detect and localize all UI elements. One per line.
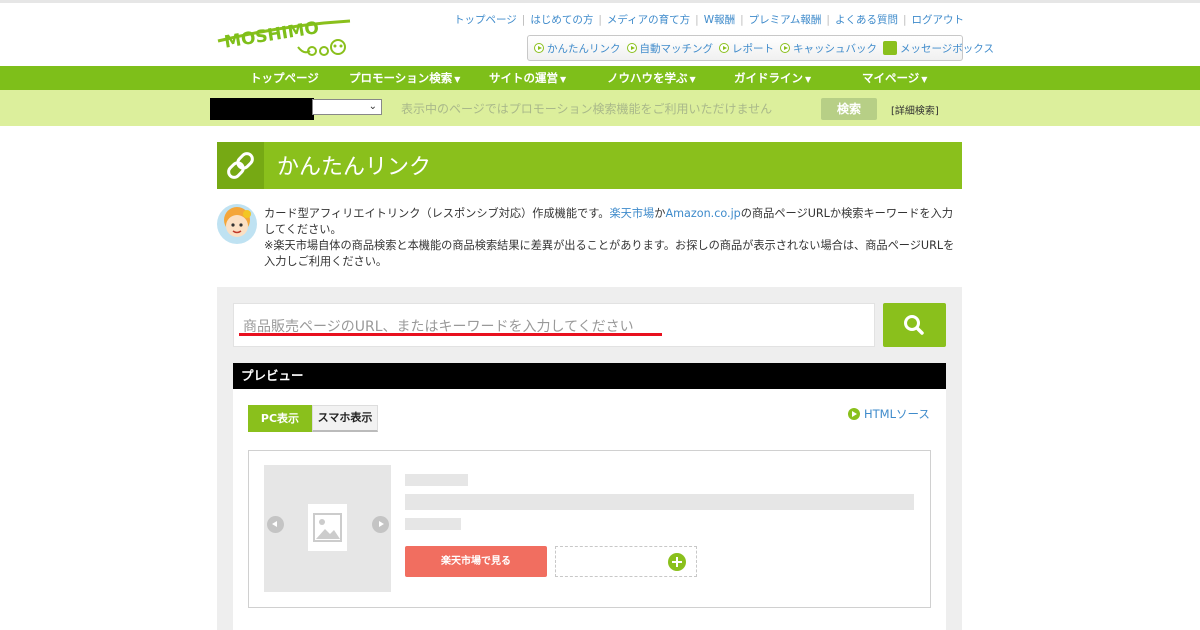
mascot-avatar: [217, 204, 257, 244]
description-note: ※楽天市場自体の商品検索と本機能の商品検索結果に差異が出ることがあります。お探し…: [264, 239, 955, 268]
category-select[interactable]: ⌄: [312, 99, 382, 115]
preview-header: プレビュー: [233, 363, 946, 389]
html-source-link[interactable]: HTMLソース: [848, 406, 930, 422]
toplink-premium[interactable]: プレミアム報酬: [749, 14, 822, 26]
site-header: MOSHIMO トップページ | はじめての方 | メディアの育て方 | W報酬 | プレミアム…: [0, 3, 1200, 66]
add-button-slot[interactable]: [555, 546, 697, 577]
link-icon: [217, 142, 264, 189]
toplink-w-reward[interactable]: W報酬: [704, 14, 735, 26]
chevron-down-icon: ▼: [805, 75, 812, 84]
preview-area: PC表示 スマホ表示 HTMLソース 楽天市場で見る: [233, 389, 946, 630]
chevron-down-icon: ▼: [921, 75, 928, 84]
play-circle-icon: [626, 43, 637, 53]
toplink-faq[interactable]: よくある質問: [835, 14, 898, 26]
image-icon: [308, 504, 347, 551]
toplink-beginner[interactable]: はじめての方: [530, 14, 593, 26]
prev-image-button[interactable]: [267, 516, 284, 533]
svg-text:MOSHIMO: MOSHIMO: [223, 18, 320, 53]
play-circle-icon: [780, 43, 790, 53]
text-placeholder-bar: [405, 494, 914, 510]
quicklink-auto-matching[interactable]: 自動マッチング: [626, 41, 713, 56]
toplink-media[interactable]: メディアの育て方: [607, 14, 690, 26]
page-title: かんたんリンク: [277, 155, 432, 180]
nav-top[interactable]: トップページ: [250, 66, 321, 90]
chevron-down-icon: ▼: [560, 75, 567, 84]
play-circle-icon: [719, 43, 729, 53]
chevron-down-icon: ▼: [689, 75, 696, 84]
search-icon: [904, 315, 924, 335]
thumbs-up-icon: [883, 41, 897, 55]
red-underline-annotation: [239, 333, 662, 336]
main-nav: トップページ プロモーション検索 ▼ サイトの運営 ▼ ノウハウを学ぶ ▼ ガイドライ…: [0, 66, 1200, 90]
rakuten-link[interactable]: 楽天市場: [609, 207, 654, 220]
quicklink-message-box[interactable]: メッセージボックス: [883, 41, 994, 56]
tab-smartphone-view[interactable]: スマホ表示: [312, 405, 378, 432]
product-image-placeholder: [264, 465, 391, 592]
page-title-bar: かんたんリンク: [217, 142, 962, 189]
nav-guideline[interactable]: ガイドライン ▼: [734, 66, 811, 90]
product-card-preview: 楽天市場で見る: [248, 450, 931, 608]
chevron-down-icon: ▼: [454, 75, 461, 84]
quicklink-report[interactable]: レポート: [719, 41, 774, 56]
search-unavailable-notice: 表示中のページではプロモーション検索機能をご利用いただけません: [401, 102, 773, 116]
promotion-search-button[interactable]: 検索: [821, 98, 877, 120]
view-on-rakuten-button[interactable]: 楽天市場で見る: [405, 546, 547, 577]
redacted-area: [210, 98, 314, 120]
next-image-button[interactable]: [372, 516, 389, 533]
product-search-button[interactable]: [883, 303, 946, 347]
price-placeholder-bar: [405, 518, 461, 530]
amazon-link[interactable]: Amazon.co.jp: [665, 207, 740, 220]
nav-site-management[interactable]: サイトの運営 ▼: [489, 66, 566, 90]
nav-knowhow[interactable]: ノウハウを学ぶ ▼: [607, 66, 696, 90]
toplink-top[interactable]: トップページ: [454, 14, 517, 26]
quicklink-easy-link[interactable]: かんたんリンク: [534, 41, 621, 56]
chevron-down-icon: ⌄: [368, 101, 377, 112]
plus-circle-icon: [668, 553, 686, 571]
quick-links-box: かんたんリンク 自動マッチング レポート キャッシュバック メッセージボックス: [527, 35, 994, 61]
play-circle-icon: [534, 43, 544, 53]
product-search-input[interactable]: 商品販売ページのURL、またはキーワードを入力してください: [233, 303, 875, 347]
page-description: カード型アフィリエイトリンク（レスポンシブ対応）作成機能です。楽天市場かAmaz…: [264, 207, 955, 268]
moshimo-logo[interactable]: MOSHIMO: [214, 11, 359, 63]
nav-mypage[interactable]: マイページ ▼: [862, 66, 927, 90]
title-placeholder-bar: [405, 474, 468, 486]
detail-search-link[interactable]: [詳細検索]: [891, 102, 939, 117]
easy-link-panel: 商品販売ページのURL、またはキーワードを入力してください プレビュー PC表示…: [217, 287, 962, 630]
tab-pc-view[interactable]: PC表示: [248, 405, 312, 432]
toplink-logout[interactable]: ログアウト: [912, 14, 965, 26]
top-links: トップページ | はじめての方 | メディアの育て方 | W報酬 | プレミアム報酬 | よくある質…: [454, 14, 965, 26]
nav-promotion-search[interactable]: プロモーション検索 ▼: [349, 66, 460, 90]
play-circle-icon: [848, 408, 860, 420]
logo-graphic: MOSHIMO: [217, 18, 351, 56]
promotion-search-bar: ⌄ 表示中のページではプロモーション検索機能をご利用いただけません 検索 [詳細…: [0, 90, 1200, 126]
quicklink-cashback[interactable]: キャッシュバック: [780, 41, 877, 56]
